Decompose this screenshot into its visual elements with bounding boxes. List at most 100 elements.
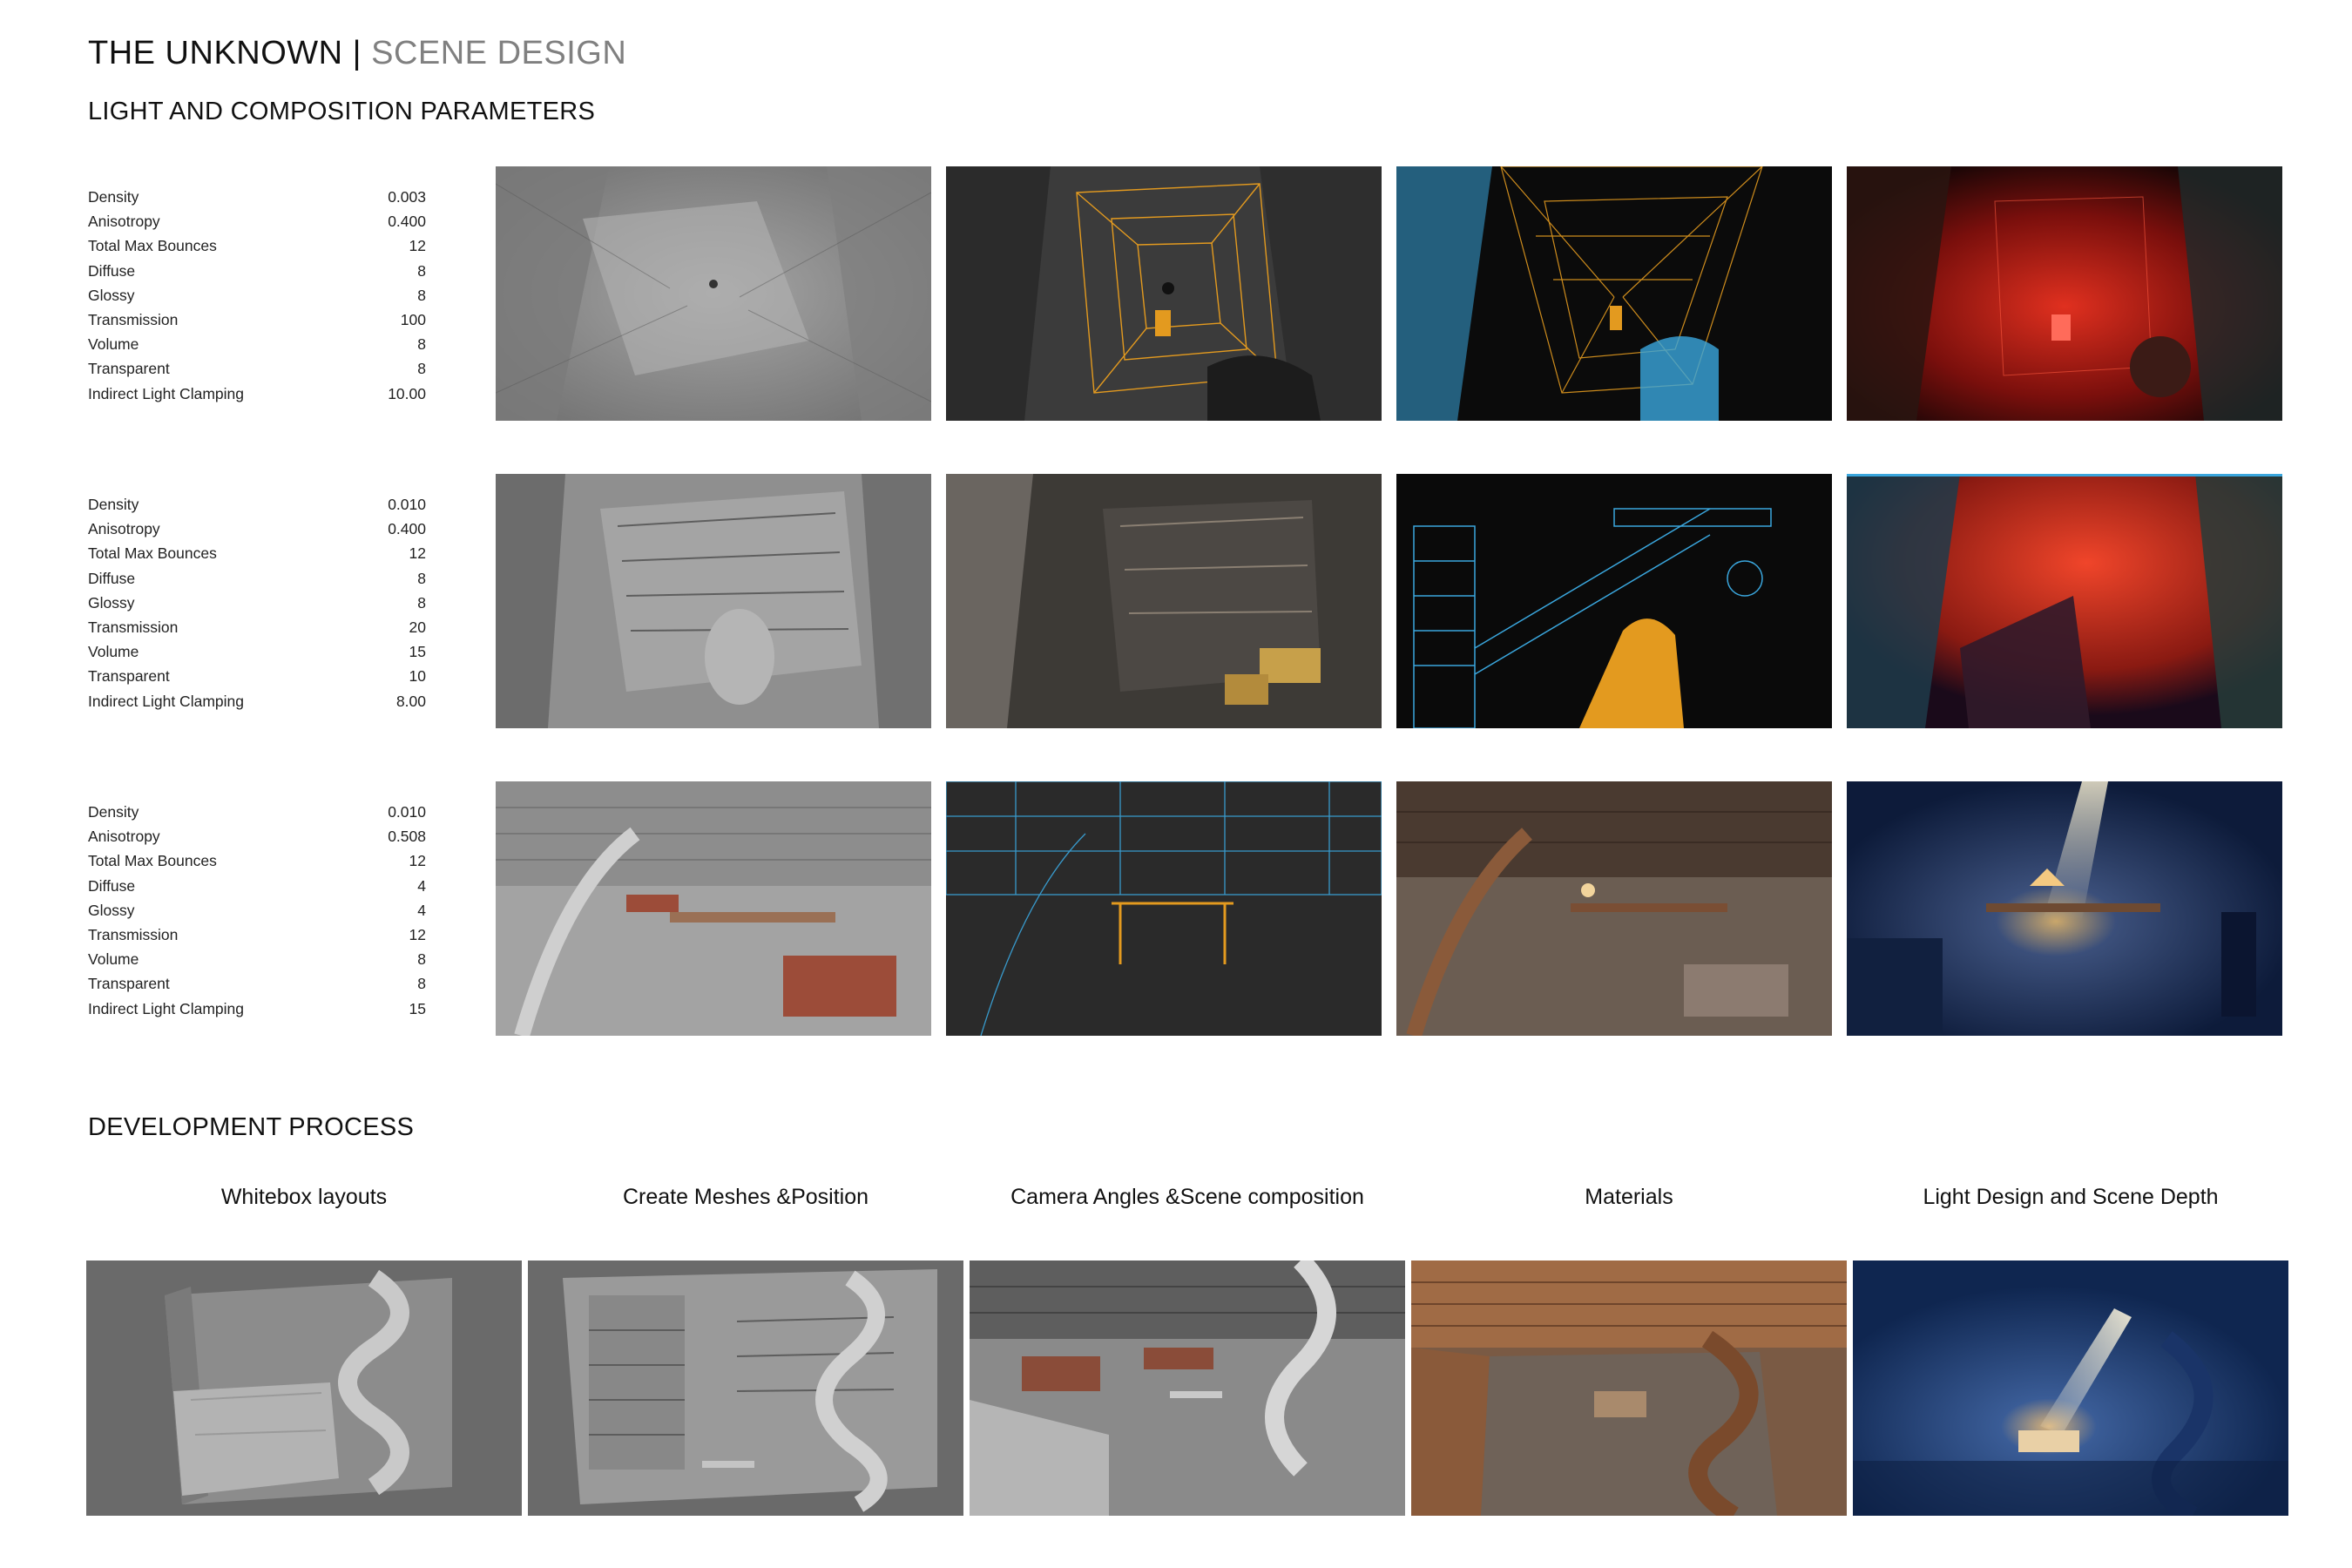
param-row: Glossy 4 (88, 898, 426, 923)
param-row: Anisotropy 0.400 (88, 517, 426, 541)
param-label: Volume (88, 950, 139, 969)
dev-image-materials (1411, 1260, 1847, 1516)
render-red-light (1847, 474, 2282, 728)
param-label: Total Max Bounces (88, 544, 217, 563)
section-title-light: LIGHT AND COMPOSITION PARAMETERS (88, 98, 596, 125)
param-label: Density (88, 496, 139, 513)
param-row: Glossy 8 (88, 283, 426, 308)
param-value: 0.010 (388, 496, 426, 513)
param-row: Transparent 10 (88, 664, 426, 688)
param-label: Volume (88, 643, 139, 661)
param-row: Anisotropy 0.508 (88, 824, 426, 848)
param-value: 8 (417, 569, 426, 587)
dev-image-camera-composition (970, 1260, 1405, 1516)
title-main: THE UNKNOWN (88, 35, 343, 71)
param-label: Total Max Bounces (88, 237, 217, 255)
param-value: 12 (409, 852, 426, 870)
param-row: Density 0.010 (88, 800, 426, 824)
dev-image-whitebox (86, 1260, 522, 1516)
param-row: Total Max Bounces 12 (88, 848, 426, 873)
dev-step-label: Light Design and Scene Depth (1923, 1185, 2219, 1209)
param-value: 10.00 (388, 384, 426, 402)
render-row-3 (496, 781, 2282, 1036)
param-row: Indirect Light Clamping 8.00 (88, 689, 426, 713)
render-red-light (1847, 166, 2282, 421)
param-label: Diffuse (88, 876, 136, 895)
param-value: 12 (409, 544, 426, 563)
render-row-1 (496, 166, 2282, 421)
param-value: 8 (417, 360, 426, 378)
param-label: Indirect Light Clamping (88, 999, 244, 1017)
param-label: Transparent (88, 667, 170, 686)
param-label: Transmission (88, 925, 179, 943)
render-clay-view (496, 166, 931, 421)
param-table-2: Density 0.010 Anisotropy 0.400 Total Max B… (88, 492, 426, 713)
param-row: Diffuse 8 (88, 259, 426, 283)
param-row: Indirect Light Clamping 10.00 (88, 382, 426, 406)
param-label: Transparent (88, 360, 170, 378)
param-label: Glossy (88, 286, 135, 304)
param-value: 10 (409, 667, 426, 686)
param-table-3: Density 0.010 Anisotropy 0.508 Total Max B… (88, 800, 426, 1021)
param-label: Transmission (88, 618, 179, 636)
param-label: Glossy (88, 901, 135, 919)
render-textured-view (946, 474, 1382, 728)
param-value: 4 (417, 901, 426, 919)
param-value: 0.508 (388, 828, 426, 846)
param-label: Anisotropy (88, 520, 160, 538)
param-table-1: Density 0.003 Anisotropy 0.400 Total Max B… (88, 185, 426, 406)
param-label: Transparent (88, 975, 170, 993)
development-row (86, 1260, 2288, 1516)
render-row-2 (496, 474, 2282, 728)
title-separator: | (352, 35, 362, 71)
param-value: 12 (409, 925, 426, 943)
render-blue-orange-wireframe (946, 781, 1382, 1036)
render-night-blue-light (1847, 781, 2282, 1036)
param-row: Total Max Bounces 12 (88, 233, 426, 258)
param-row: Indirect Light Clamping 15 (88, 997, 426, 1021)
param-label: Indirect Light Clamping (88, 692, 244, 710)
param-label: Diffuse (88, 261, 136, 280)
param-label: Anisotropy (88, 828, 160, 846)
param-value: 12 (409, 237, 426, 255)
render-clay-view (496, 474, 931, 728)
render-orange-wireframe (946, 166, 1382, 421)
param-row: Transparent 8 (88, 356, 426, 381)
param-label: Volume (88, 335, 139, 354)
param-row: Volume 15 (88, 639, 426, 664)
param-label: Density (88, 188, 139, 206)
param-row: Total Max Bounces 12 (88, 541, 426, 565)
dev-step-label: Create Meshes &Position (622, 1185, 869, 1209)
param-label: Glossy (88, 593, 135, 612)
page-title: THE UNKNOWN | SCENE DESIGN (88, 35, 626, 72)
param-row: Volume 8 (88, 332, 426, 356)
param-label: Total Max Bounces (88, 852, 217, 870)
param-value: 8.00 (395, 692, 426, 710)
param-label: Density (88, 803, 139, 821)
param-value: 15 (409, 999, 426, 1017)
dev-step-label: Whitebox layouts (220, 1185, 388, 1209)
dev-step-label: Materials (1585, 1185, 1673, 1209)
render-blue-orange-wireframe (1396, 166, 1832, 421)
param-value: 8 (417, 975, 426, 993)
render-blue-orange-wireframe (1396, 474, 1832, 728)
param-row: Density 0.003 (88, 185, 426, 209)
param-row: Diffuse 4 (88, 874, 426, 898)
param-row: Glossy 8 (88, 591, 426, 615)
render-clay-view (496, 781, 931, 1036)
param-value: 0.003 (388, 188, 426, 206)
param-row: Transmission 12 (88, 923, 426, 947)
param-row: Transparent 8 (88, 971, 426, 996)
render-textured-view (1396, 781, 1832, 1036)
param-value: 8 (417, 286, 426, 304)
param-value: 0.010 (388, 803, 426, 821)
param-row: Transmission 20 (88, 615, 426, 639)
param-value: 4 (417, 876, 426, 895)
param-label: Diffuse (88, 569, 136, 587)
section-title-development: DEVELOPMENT PROCESS (88, 1113, 415, 1141)
title-subtitle: SCENE DESIGN (371, 35, 627, 71)
param-value: 15 (409, 643, 426, 661)
param-value: 100 (400, 310, 426, 328)
param-value: 8 (417, 335, 426, 354)
param-row: Volume 8 (88, 947, 426, 971)
